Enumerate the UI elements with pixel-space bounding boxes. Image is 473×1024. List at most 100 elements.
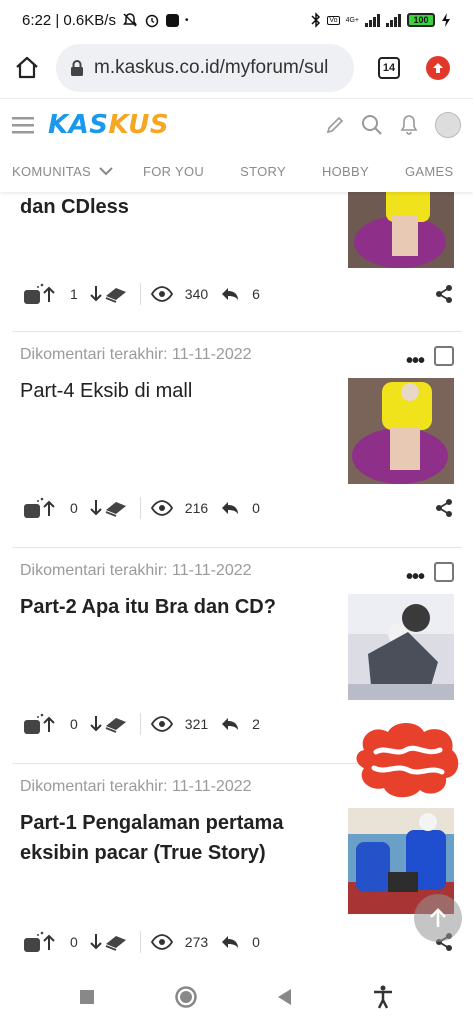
tab-hobby[interactable]: HOBBY: [322, 164, 369, 179]
thread-title[interactable]: Part-1 Pengalaman pertama eksibin pacar …: [20, 808, 330, 868]
pencil-icon[interactable]: [325, 115, 345, 135]
upload-button[interactable]: [426, 56, 450, 80]
signal-2-icon: [386, 13, 401, 27]
notification-app-icon: [165, 13, 179, 27]
bata-icon[interactable]: [90, 930, 128, 954]
bluetooth-icon: [311, 12, 321, 28]
thumbnail-image: [348, 378, 454, 484]
cendol-count: 0: [70, 500, 78, 516]
bata-icon[interactable]: [90, 282, 128, 306]
bell-icon[interactable]: [399, 114, 419, 136]
chevron-down-icon: [99, 166, 113, 175]
tab-komunitas[interactable]: KOMUNITAS: [12, 164, 113, 179]
scroll-top-button[interactable]: [414, 894, 462, 942]
divider: [139, 283, 141, 305]
select-checkbox[interactable]: [434, 562, 454, 582]
bata-icon[interactable]: [90, 712, 128, 736]
search-icon[interactable]: [361, 114, 383, 136]
cendol-count: 1: [70, 286, 78, 302]
arrow-up-icon: [430, 908, 446, 927]
thread-thumbnail[interactable]: [348, 192, 454, 278]
volte-icon: Vo: [327, 15, 340, 25]
thread-actions: 1 340 6: [22, 282, 454, 306]
views-count: 273: [184, 934, 209, 950]
home-icon[interactable]: [14, 55, 40, 81]
thumbnail-image: [348, 192, 454, 268]
status-bar: 6:22 | 0.6KB/s • Vo 4G+ 100: [0, 0, 473, 40]
tab-for-you[interactable]: FOR YOU: [143, 164, 204, 179]
thread-actions: 0 273 0: [22, 930, 454, 954]
mute-bell-icon: [122, 13, 137, 27]
tab-label: KOMUNITAS: [12, 163, 92, 179]
cendol-count: 0: [70, 934, 78, 950]
site-header: KASKUS: [0, 98, 473, 150]
promo-badge-logo[interactable]: [354, 720, 462, 798]
thumbnail-image: [348, 594, 454, 700]
reply-count: 2: [252, 716, 260, 732]
network-type: 4G+: [345, 16, 359, 24]
views-count: 216: [184, 500, 209, 516]
arrow-up-icon: [433, 63, 443, 73]
views-count: 321: [184, 716, 209, 732]
tab-story[interactable]: STORY: [240, 164, 286, 179]
thread-title[interactable]: Part-4 Eksib di mall: [20, 376, 330, 406]
browser-toolbar: m.kaskus.co.id/myforum/sul 14: [0, 40, 473, 96]
divider: [139, 931, 141, 953]
signal-icon: [365, 13, 380, 27]
menu-icon[interactable]: [12, 116, 34, 134]
divider: [139, 497, 141, 519]
cendol-count: 0: [70, 716, 78, 732]
thread-title[interactable]: dan CDless: [20, 192, 330, 222]
battery-icon: 100: [407, 13, 435, 27]
thread-thumbnail[interactable]: [348, 378, 454, 484]
logo-text-blue: KAS: [48, 109, 109, 140]
reply-icon[interactable]: [220, 286, 240, 302]
more-options-icon[interactable]: •••: [406, 566, 425, 589]
last-comment-date: Dikomentari terakhir: 11-11-2022: [20, 778, 252, 795]
category-tabs: KOMUNITAS FOR YOU STORY HOBBY GAMES: [0, 150, 473, 192]
thread-thumbnail[interactable]: [348, 594, 454, 700]
eye-icon: [150, 716, 173, 732]
tab-games[interactable]: GAMES: [405, 164, 453, 179]
back-triangle-icon[interactable]: [277, 988, 293, 1006]
logo-text-orange: KUS: [108, 109, 170, 140]
avatar[interactable]: [435, 111, 461, 138]
accessibility-icon[interactable]: [372, 985, 394, 1009]
reply-count: 0: [252, 934, 260, 950]
address-bar[interactable]: m.kaskus.co.id/myforum/sul: [56, 44, 354, 92]
cendol-icon[interactable]: [22, 712, 58, 736]
status-dot-icon: •: [184, 14, 189, 26]
tabs-button[interactable]: 14: [378, 57, 400, 79]
bata-icon[interactable]: [90, 496, 128, 520]
kaskus-logo[interactable]: KASKUS: [48, 110, 169, 140]
battery-level: 100: [413, 15, 429, 25]
divider: [139, 713, 141, 735]
more-options-icon[interactable]: •••: [406, 350, 425, 373]
last-comment-date: Dikomentari terakhir: 11-11-2022: [20, 346, 252, 363]
last-comment-date: Dikomentari terakhir: 11-11-2022: [20, 562, 252, 579]
home-circle-icon[interactable]: [174, 985, 198, 1009]
thread-feed: dan CDless 1 340 6 Dikomentari terakhir:…: [0, 192, 473, 968]
alarm-icon: [145, 14, 159, 28]
reply-count: 0: [252, 500, 260, 516]
cendol-icon[interactable]: [22, 282, 58, 306]
thread-title[interactable]: Part-2 Apa itu Bra dan CD?: [20, 592, 330, 622]
status-time: 6:22 | 0.6KB/s: [22, 11, 116, 29]
views-count: 340: [184, 286, 209, 302]
share-icon[interactable]: [434, 284, 454, 304]
charging-icon: [442, 13, 450, 27]
lock-icon: [71, 60, 83, 76]
eye-icon: [150, 500, 173, 516]
reply-count: 6: [252, 286, 260, 302]
reply-icon[interactable]: [220, 500, 240, 516]
reply-icon[interactable]: [220, 934, 240, 950]
select-checkbox[interactable]: [434, 346, 454, 366]
recents-square-icon[interactable]: [79, 989, 95, 1005]
thread-card[interactable]: Dikomentari terakhir: 11-11-2022 ••• Par…: [12, 332, 462, 548]
cendol-icon[interactable]: [22, 496, 58, 520]
thread-card[interactable]: dan CDless 1 340 6: [12, 192, 462, 332]
share-icon[interactable]: [434, 498, 454, 518]
reply-icon[interactable]: [220, 716, 240, 732]
promo-logo-image: [356, 723, 459, 798]
cendol-icon[interactable]: [22, 930, 58, 954]
